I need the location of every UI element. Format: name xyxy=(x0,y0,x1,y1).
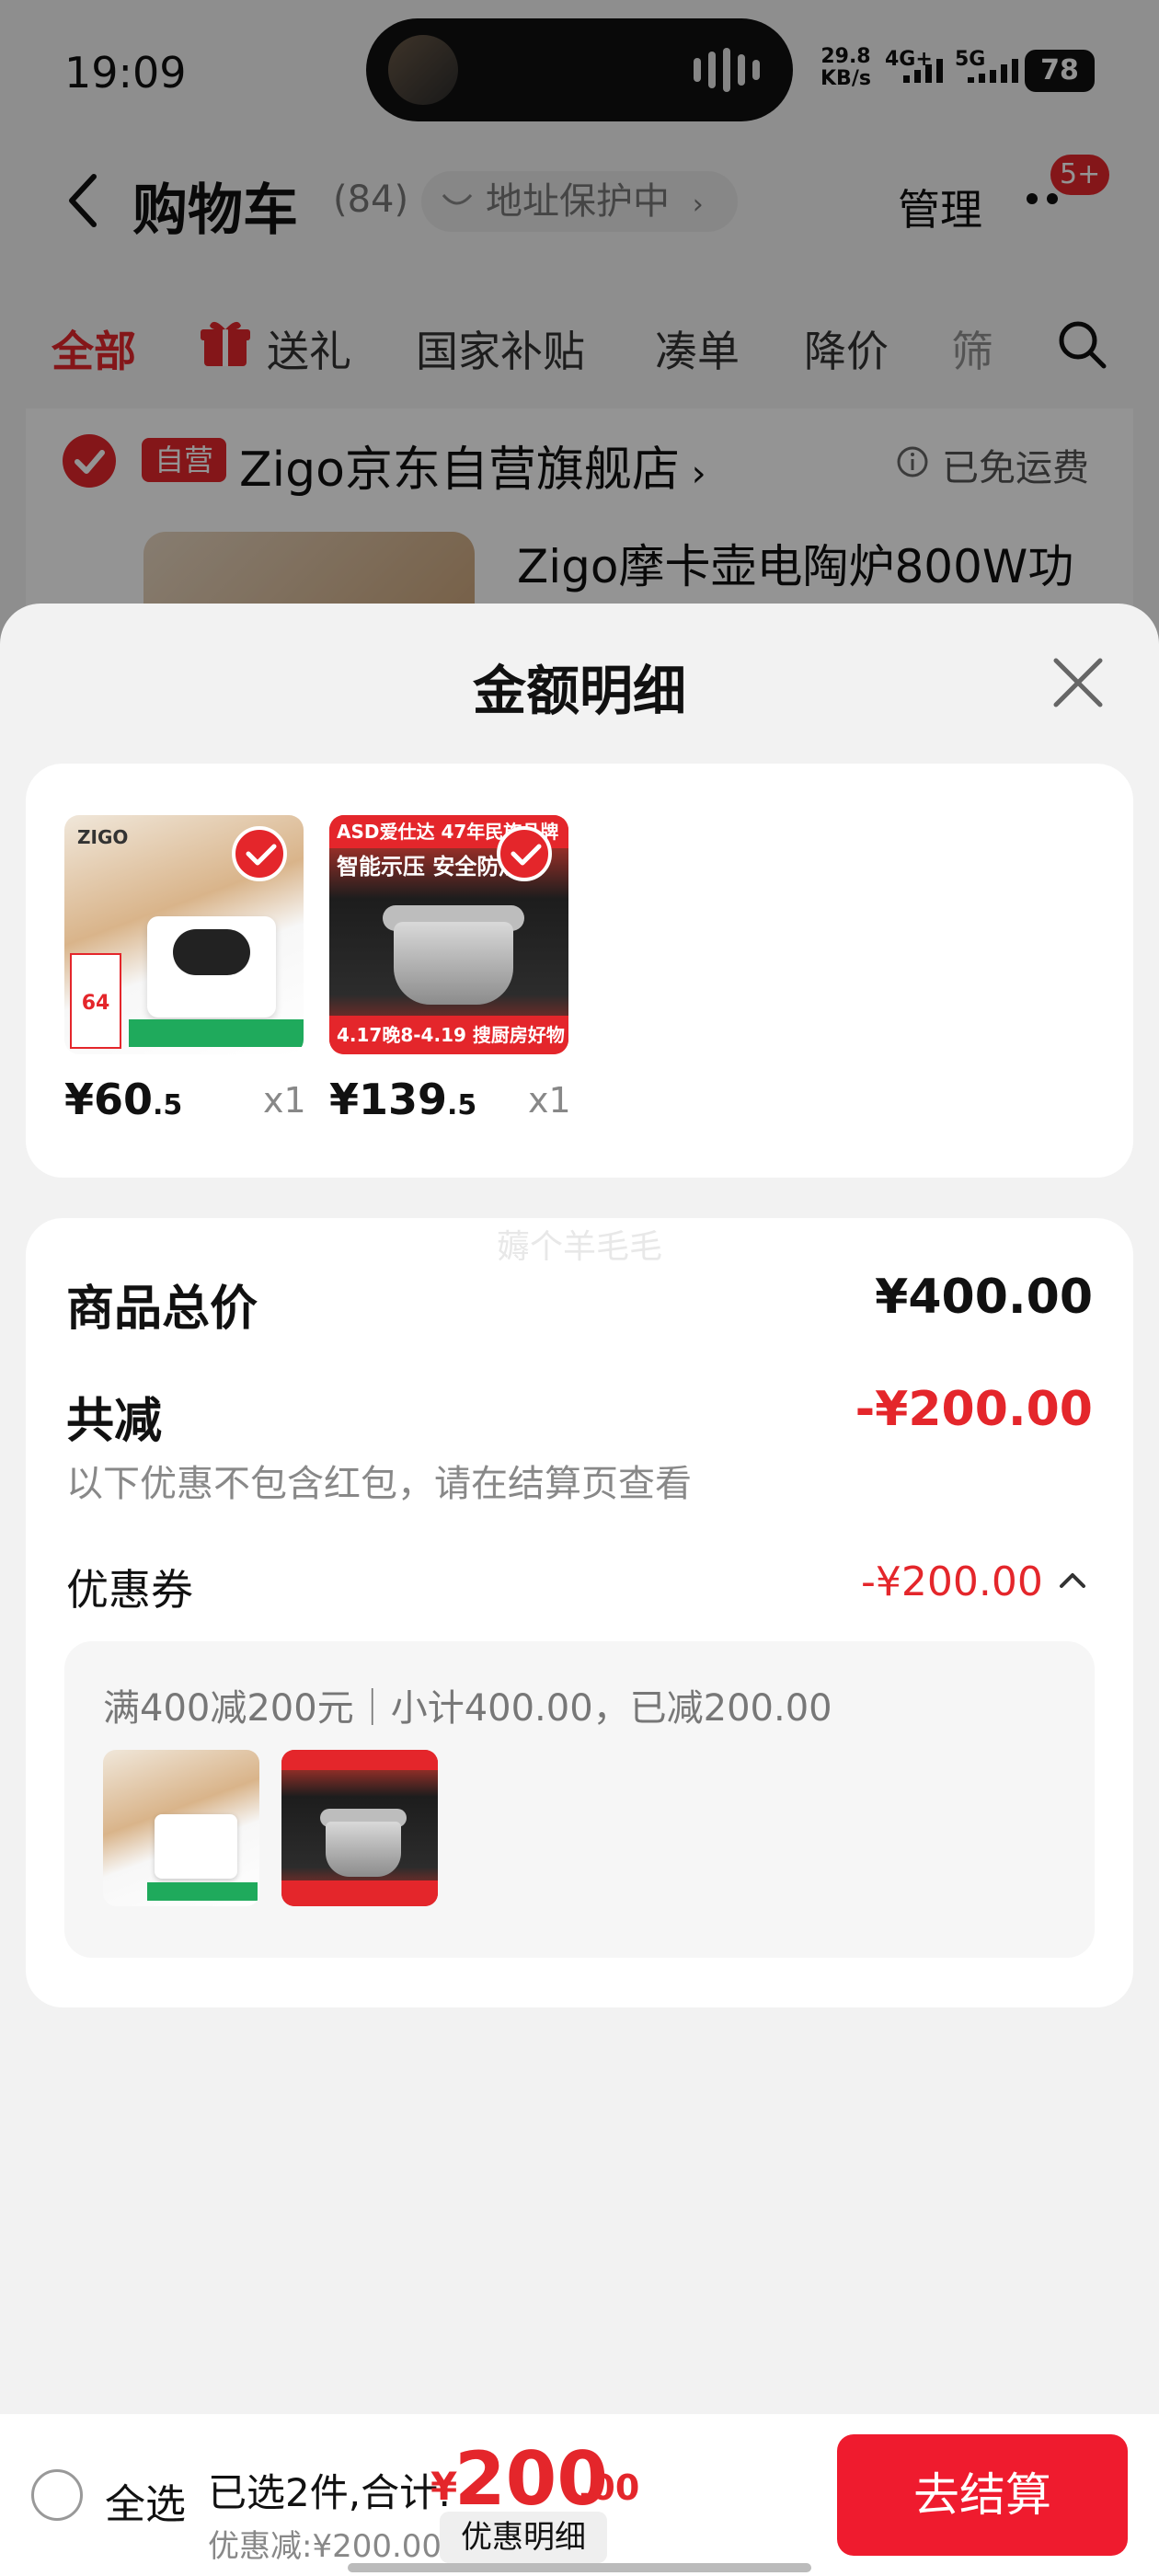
thumb-brand-logo: ZIGO xyxy=(77,826,129,848)
home-indicator[interactable] xyxy=(348,2563,811,2572)
price-tag: 64 xyxy=(70,953,121,1049)
sheet-title: 金额明细 xyxy=(472,660,686,722)
thumb-promo-strip: 4.17晚8-4.19 搜厨房好物 领券享5折 xyxy=(329,1016,568,1054)
total-reduction-value: -¥200.00 xyxy=(855,1382,1093,1437)
cooktop-image xyxy=(147,916,276,1018)
discount-detail-button[interactable]: 优惠明细 xyxy=(440,2512,607,2563)
item-price: ¥60.5 xyxy=(64,1075,182,1124)
item-price: ¥139.5 xyxy=(329,1075,476,1124)
coupon-item-thumbnail-pressure-cooker xyxy=(281,1750,438,1906)
coupon-item-thumbnail-cooktop xyxy=(103,1750,259,1906)
item-quantity: x1 xyxy=(263,1080,306,1121)
modal-overlay[interactable] xyxy=(0,0,1159,644)
discount-summary: 优惠减:¥200.00 xyxy=(208,2528,442,2565)
watermark: 薅个羊毛毛 xyxy=(496,1228,662,1266)
total-reduction-label: 共减 xyxy=(66,1394,163,1449)
item-price-int: ¥139 xyxy=(329,1075,448,1124)
item-checked-icon[interactable] xyxy=(497,826,552,881)
red-packet-note: 以下优惠不包含红包，请在结算页查看 xyxy=(66,1463,692,1505)
selected-summary: 已选2件,合计: xyxy=(208,2470,452,2515)
item-thumbnail-pressure-cooker[interactable]: ASD爱仕达 47年民族品牌 智能示压 安全防爆 4.17晚8-4.19 搜厨房… xyxy=(329,815,568,1054)
chevron-up-icon[interactable] xyxy=(1058,1570,1087,1592)
select-all-label[interactable]: 全选 xyxy=(105,2471,186,2530)
item-price-dec: .5 xyxy=(447,1089,477,1121)
thumb-price: 64 xyxy=(81,992,110,1015)
coupon-description: 满400减200元｜小计400.00，已减200.00 xyxy=(103,1687,832,1730)
item-quantity: x1 xyxy=(528,1080,571,1121)
total-currency: ¥ xyxy=(430,2464,458,2509)
total-amount-dec: .00 xyxy=(578,2467,640,2508)
select-all-checkbox[interactable] xyxy=(31,2469,83,2521)
coupon-value[interactable]: -¥200.00 xyxy=(861,1558,1043,1605)
close-icon[interactable] xyxy=(1050,655,1106,710)
coupon-label[interactable]: 优惠券 xyxy=(66,1557,193,1617)
total-price-label: 商品总价 xyxy=(66,1282,258,1337)
checkout-button[interactable]: 去结算 xyxy=(837,2434,1128,2556)
item-thumbnail-cooktop[interactable]: ZIGO 64 xyxy=(64,815,304,1054)
total-price-value: ¥400.00 xyxy=(875,1270,1093,1325)
thumb-slogan: 智能示压 安全防爆 xyxy=(337,854,522,880)
item-price-dec: .5 xyxy=(153,1089,183,1121)
pressure-cooker-image xyxy=(394,922,513,1005)
item-checked-icon[interactable] xyxy=(232,826,287,881)
subsidy-strip xyxy=(129,1019,304,1047)
item-price-int: ¥60 xyxy=(64,1075,154,1124)
